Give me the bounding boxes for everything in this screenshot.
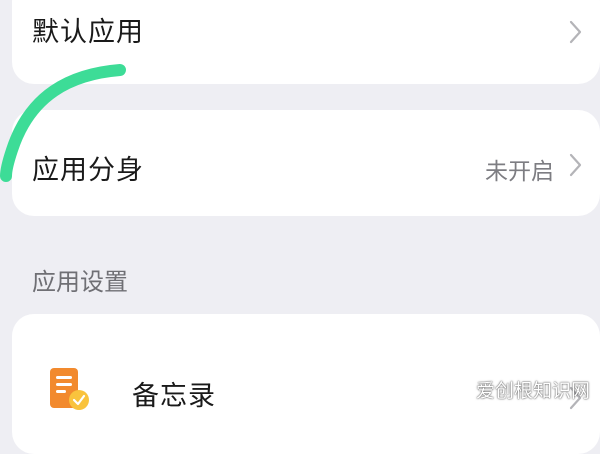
notes-app-label: 备忘录	[132, 381, 216, 412]
chevron-right-icon	[569, 20, 582, 44]
app-clone-card[interactable]: 应用分身 未开启	[12, 110, 600, 216]
notes-app-icon	[50, 368, 89, 410]
app-clone-label: 应用分身	[32, 155, 144, 186]
chevron-right-icon	[569, 153, 582, 177]
section-header: 应用设置	[32, 268, 128, 296]
default-apps-card[interactable]: 默认应用	[12, 0, 600, 84]
watermark: 爱创根知识网	[475, 380, 590, 402]
default-apps-label: 默认应用	[32, 17, 144, 48]
app-clone-status: 未开启	[485, 159, 554, 185]
